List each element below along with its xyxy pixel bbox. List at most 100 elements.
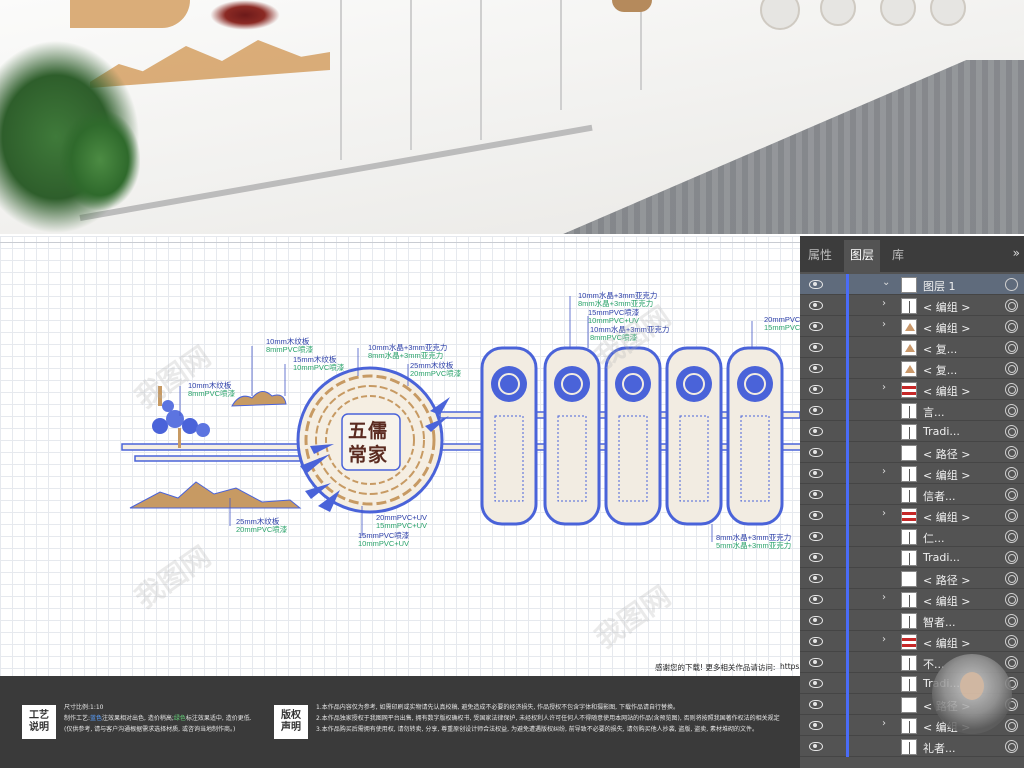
target-circle-icon[interactable] bbox=[1005, 341, 1018, 354]
visibility-eye-icon[interactable] bbox=[808, 509, 824, 521]
material-annotation: 10mm木纹板 8mmPVC喷漆 bbox=[266, 337, 314, 354]
target-circle-icon[interactable] bbox=[1005, 467, 1018, 480]
layer-thumbnail bbox=[901, 424, 917, 440]
panel-3 bbox=[604, 346, 662, 526]
expand-chevron-icon[interactable]: › bbox=[882, 298, 886, 309]
target-circle-icon[interactable] bbox=[1005, 614, 1018, 627]
layer-name: < 编组 > bbox=[923, 637, 971, 650]
visibility-eye-icon[interactable] bbox=[808, 362, 824, 374]
material-annotation: 8mm水晶+3mm亚克力 5mm水晶+3mm亚克力 bbox=[716, 533, 792, 550]
layer-row[interactable]: › < 编组 > bbox=[800, 316, 1024, 337]
copyright-description: 1.本作品内容仅为参考, 如需印刷或实物请先认真校稿, 避免造成不必要的经济损失… bbox=[316, 704, 780, 733]
expand-chevron-icon[interactable]: › bbox=[882, 718, 886, 729]
visibility-eye-icon[interactable] bbox=[808, 425, 824, 437]
visibility-eye-icon[interactable] bbox=[808, 614, 824, 626]
target-circle-icon[interactable] bbox=[1005, 551, 1018, 564]
layer-thumbnail bbox=[901, 739, 917, 755]
target-circle-icon[interactable] bbox=[1005, 719, 1018, 732]
target-circle-icon[interactable] bbox=[1005, 362, 1018, 375]
visibility-eye-icon[interactable] bbox=[808, 635, 824, 647]
layer-row[interactable]: Tradi... bbox=[800, 421, 1024, 442]
layer-row[interactable]: Tradi... bbox=[800, 547, 1024, 568]
visibility-eye-icon[interactable] bbox=[808, 383, 824, 395]
expand-chevron-icon[interactable]: › bbox=[882, 592, 886, 603]
target-circle-icon[interactable] bbox=[1005, 320, 1018, 333]
layer-row[interactable]: 礼者... bbox=[800, 736, 1024, 757]
layer-row[interactable]: › < 编组 > bbox=[800, 589, 1024, 610]
layer-row[interactable]: › < 编组 > bbox=[800, 631, 1024, 652]
target-circle-icon[interactable] bbox=[1005, 740, 1018, 753]
glass-divider bbox=[340, 0, 342, 160]
layer-row[interactable]: 智者... bbox=[800, 610, 1024, 631]
expand-chevron-icon[interactable]: › bbox=[882, 508, 886, 519]
visibility-eye-icon[interactable] bbox=[808, 467, 824, 479]
target-circle-icon[interactable] bbox=[1005, 593, 1018, 606]
visibility-eye-icon[interactable] bbox=[808, 572, 824, 584]
layer-row[interactable]: ⌄ 图层 1 bbox=[800, 274, 1024, 295]
layer-color-bar bbox=[846, 421, 849, 442]
layer-thumbnail bbox=[901, 445, 917, 461]
tab-libraries[interactable]: 库 bbox=[892, 246, 904, 263]
target-circle-icon[interactable] bbox=[1005, 509, 1018, 522]
layer-row[interactable]: 言... bbox=[800, 400, 1024, 421]
layer-row[interactable]: < 复... bbox=[800, 358, 1024, 379]
material-annotation: 20mmPVC喷漆15mmPVC+UV bbox=[764, 315, 800, 332]
target-circle-icon[interactable] bbox=[1005, 278, 1018, 291]
layer-color-bar bbox=[846, 526, 849, 547]
visibility-eye-icon[interactable] bbox=[808, 278, 824, 290]
target-circle-icon[interactable] bbox=[1005, 383, 1018, 396]
layer-thumbnail bbox=[901, 466, 917, 482]
layer-name: < 复... bbox=[923, 343, 958, 356]
target-circle-icon[interactable] bbox=[1005, 404, 1018, 417]
layer-row[interactable]: < 复... bbox=[800, 337, 1024, 358]
target-circle-icon[interactable] bbox=[1005, 299, 1018, 312]
visibility-eye-icon[interactable] bbox=[808, 593, 824, 605]
layer-row[interactable]: › < 编组 > bbox=[800, 505, 1024, 526]
layer-color-bar bbox=[846, 589, 849, 610]
expand-chevron-icon[interactable]: › bbox=[882, 466, 886, 477]
layer-row[interactable]: < 路径 > bbox=[800, 442, 1024, 463]
visibility-eye-icon[interactable] bbox=[808, 551, 824, 563]
visibility-eye-icon[interactable] bbox=[808, 488, 824, 500]
layer-row[interactable]: › < 编组 > bbox=[800, 295, 1024, 316]
layer-row[interactable]: 仁... bbox=[800, 526, 1024, 547]
expand-chevron-icon[interactable]: › bbox=[882, 382, 886, 393]
visibility-eye-icon[interactable] bbox=[808, 404, 824, 416]
tab-properties[interactable]: 属性 bbox=[808, 246, 832, 263]
layer-row[interactable]: › < 编组 > bbox=[800, 463, 1024, 484]
target-circle-icon[interactable] bbox=[1005, 656, 1018, 669]
expand-chevron-icon[interactable]: › bbox=[882, 634, 886, 645]
tab-layers[interactable]: 图层 bbox=[844, 240, 881, 272]
layer-row[interactable]: › < 编组 > bbox=[800, 379, 1024, 400]
layer-color-bar bbox=[846, 337, 849, 358]
visibility-eye-icon[interactable] bbox=[808, 530, 824, 542]
layer-color-bar bbox=[846, 484, 849, 505]
visibility-eye-icon[interactable] bbox=[808, 698, 824, 710]
layer-row[interactable]: 信者... bbox=[800, 484, 1024, 505]
layer-name: < 编组 > bbox=[923, 595, 971, 608]
visibility-eye-icon[interactable] bbox=[808, 341, 824, 353]
target-circle-icon[interactable] bbox=[1005, 446, 1018, 459]
expand-chevron-icon[interactable]: ⌄ bbox=[882, 277, 890, 288]
seal-title-line2: 常家 bbox=[348, 444, 389, 466]
visibility-eye-icon[interactable] bbox=[808, 656, 824, 668]
expand-chevron-icon[interactable]: › bbox=[882, 319, 886, 330]
panels bbox=[480, 346, 784, 526]
mountain-shape bbox=[129, 481, 302, 509]
visibility-eye-icon[interactable] bbox=[808, 719, 824, 731]
target-circle-icon[interactable] bbox=[1005, 530, 1018, 543]
target-circle-icon[interactable] bbox=[1005, 635, 1018, 648]
visibility-eye-icon[interactable] bbox=[808, 299, 824, 311]
artboard-canvas[interactable]: 五儒 常家 10mm木纹板 8mmPVC喷漆 10mm木纹板 8mmPVC喷漆 15… bbox=[0, 236, 800, 676]
layer-row[interactable]: < 路径 > bbox=[800, 568, 1024, 589]
layer-thumbnail bbox=[901, 340, 917, 356]
target-circle-icon[interactable] bbox=[1005, 425, 1018, 438]
visibility-eye-icon[interactable] bbox=[808, 446, 824, 458]
visibility-eye-icon[interactable] bbox=[808, 320, 824, 332]
visibility-eye-icon[interactable] bbox=[808, 677, 824, 689]
target-circle-icon[interactable] bbox=[1005, 572, 1018, 585]
target-circle-icon[interactable] bbox=[1005, 488, 1018, 501]
glass-divider bbox=[410, 0, 412, 150]
visibility-eye-icon[interactable] bbox=[808, 740, 824, 752]
panel-menu-icon[interactable]: » bbox=[1013, 246, 1020, 260]
